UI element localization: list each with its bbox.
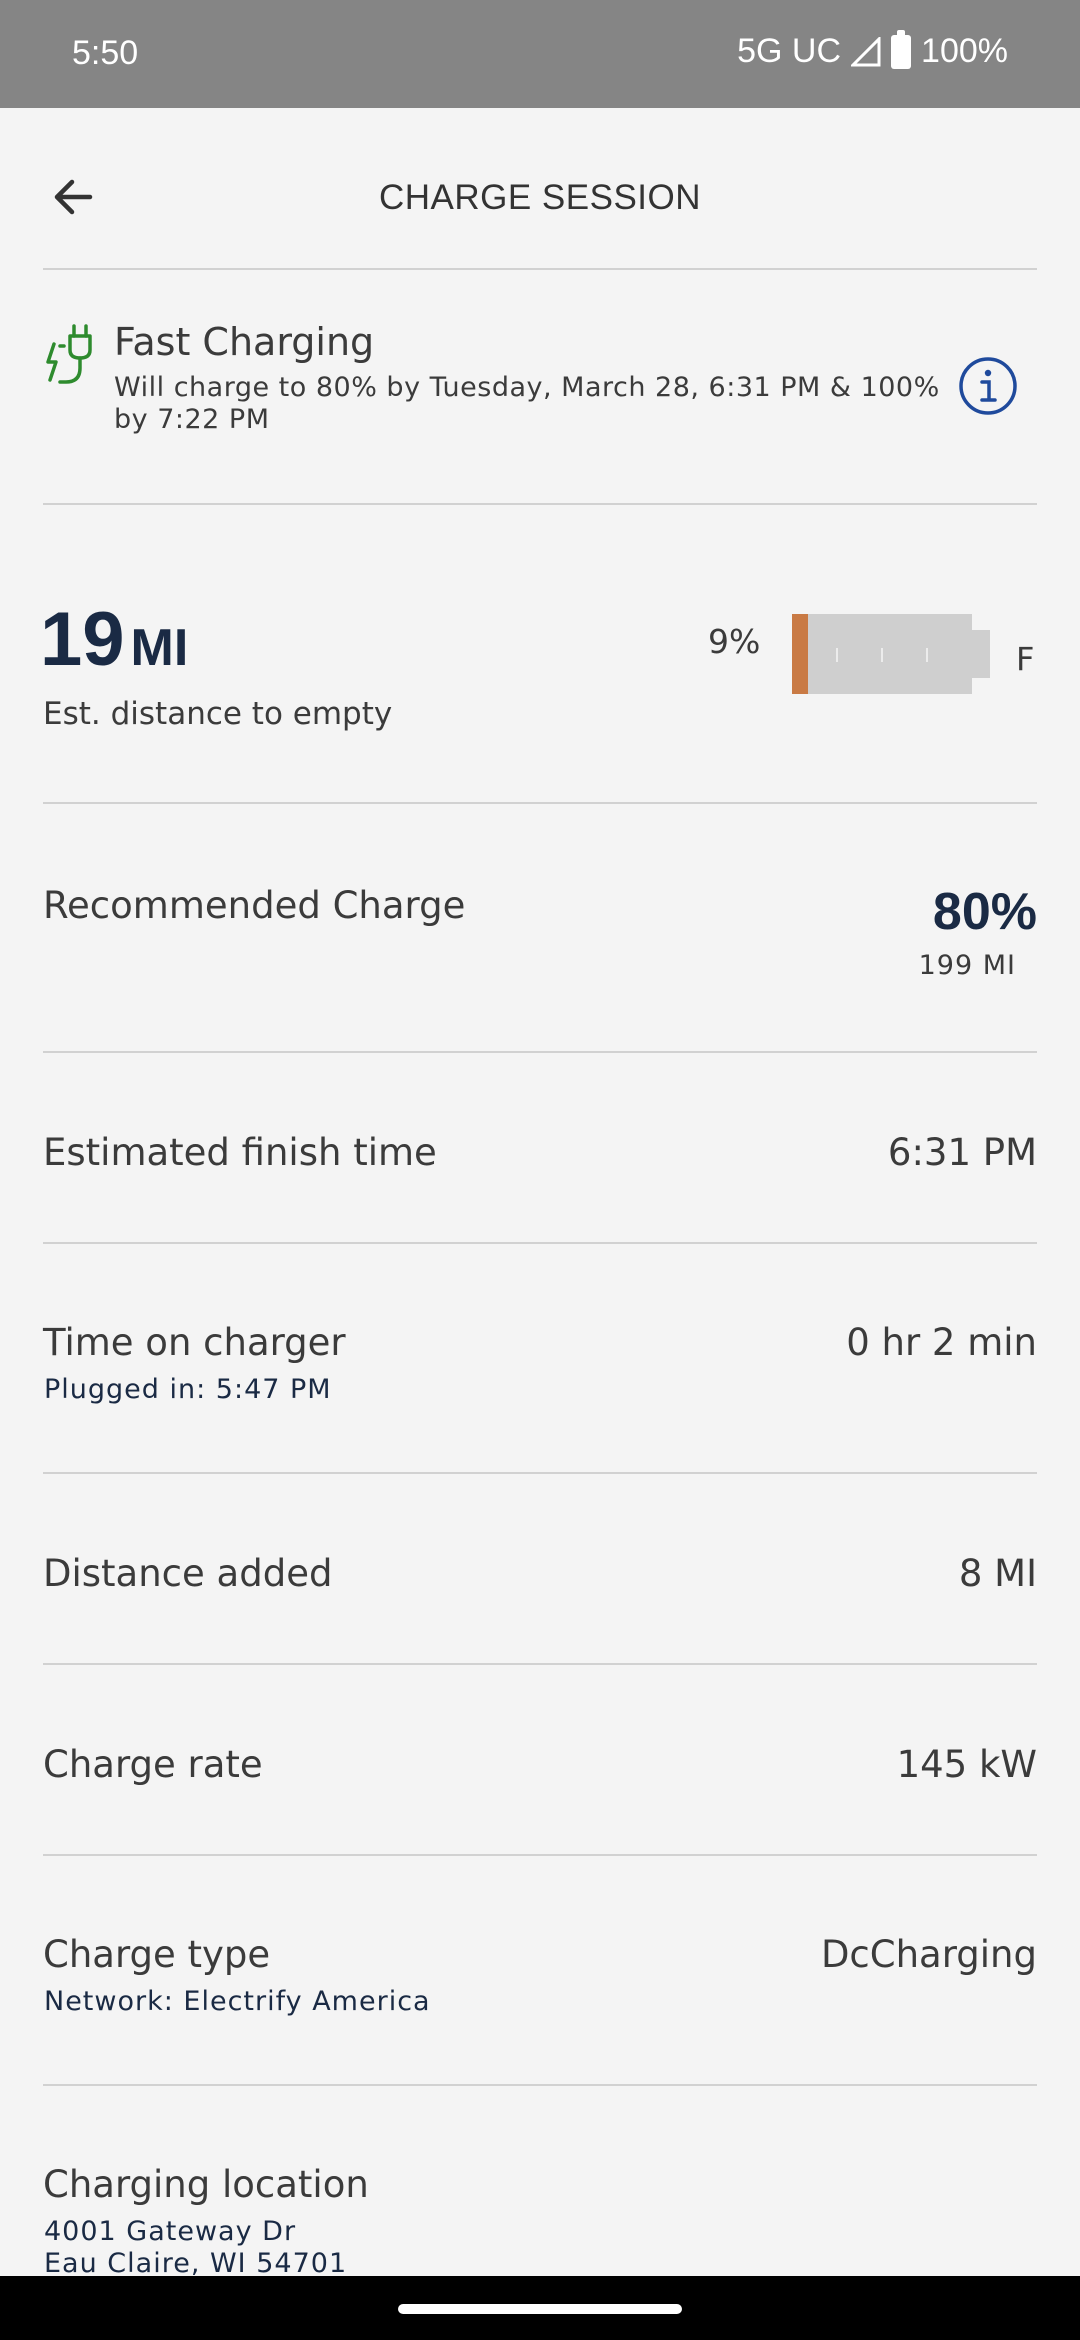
divider — [43, 802, 1037, 804]
network-label: 5G UC — [737, 32, 842, 70]
recommended-charge-label: Recommended Charge — [43, 884, 466, 927]
divider — [43, 1242, 1037, 1244]
charge-rate-value: 145 kW — [896, 1743, 1037, 1786]
info-icon[interactable] — [958, 356, 1018, 416]
app-header: CHARGE SESSION — [0, 108, 1080, 270]
divider — [43, 1854, 1037, 1856]
divider — [43, 503, 1037, 505]
battery-full-label: F — [1016, 640, 1035, 678]
divider — [43, 1472, 1037, 1474]
range-unit: MI — [130, 619, 189, 677]
divider — [43, 1663, 1037, 1665]
ev-plug-charging-icon — [46, 324, 92, 384]
finish-time-value: 6:31 PM — [887, 1131, 1037, 1174]
charging-location-label: Charging location — [43, 2163, 369, 2206]
charging-status-title: Fast Charging — [114, 320, 375, 364]
finish-time-label: Estimated finish time — [43, 1131, 437, 1174]
status-right: 5G UC 100% — [737, 29, 1008, 71]
charging-status-description: Will charge to 80% by Tuesday, March 28,… — [114, 372, 940, 435]
battery-tick — [836, 648, 838, 662]
status-bar: 5:50 5G UC 100% — [0, 0, 1080, 108]
page-title: CHARGE SESSION — [378, 178, 702, 217]
battery-percent: 100% — [921, 32, 1008, 70]
charge-type-label: Charge type — [43, 1933, 271, 1976]
time-on-charger-label: Time on charger — [43, 1321, 346, 1364]
distance-added-label: Distance added — [43, 1552, 333, 1595]
battery-gauge-cap — [972, 630, 990, 678]
charge-type-value: DcCharging — [820, 1933, 1037, 1976]
charging-location-address-line1: 4001 Gateway Dr — [44, 2216, 297, 2247]
divider — [43, 1051, 1037, 1053]
time-on-charger-value: 0 hr 2 min — [846, 1321, 1037, 1364]
divider — [43, 2084, 1037, 2086]
plugged-in-time: Plugged in: 5:47 PM — [44, 1374, 332, 1405]
battery-icon — [891, 29, 912, 69]
range-label: Est. distance to empty — [43, 696, 393, 732]
battery-gauge-fill — [792, 614, 808, 694]
recommended-charge-percent[interactable]: 80% — [933, 882, 1037, 942]
charge-network: Network: Electrify America — [44, 1986, 431, 2017]
range-number: 19 — [40, 597, 125, 682]
status-time: 5:50 — [72, 34, 139, 72]
battery-tick — [926, 648, 928, 662]
signal-icon — [851, 36, 881, 66]
divider — [43, 268, 1037, 270]
distance-added-value: 8 MI — [958, 1552, 1037, 1595]
recommended-charge-miles: 199 MI — [918, 950, 1016, 981]
battery-tick — [881, 648, 883, 662]
home-gesture-handle[interactable] — [398, 2304, 682, 2314]
battery-gauge — [792, 614, 972, 694]
range-value: 19 MI — [40, 596, 188, 683]
navigation-bar — [0, 2276, 1080, 2340]
charge-rate-label: Charge rate — [43, 1743, 263, 1786]
state-of-charge-percent: 9% — [708, 622, 761, 661]
